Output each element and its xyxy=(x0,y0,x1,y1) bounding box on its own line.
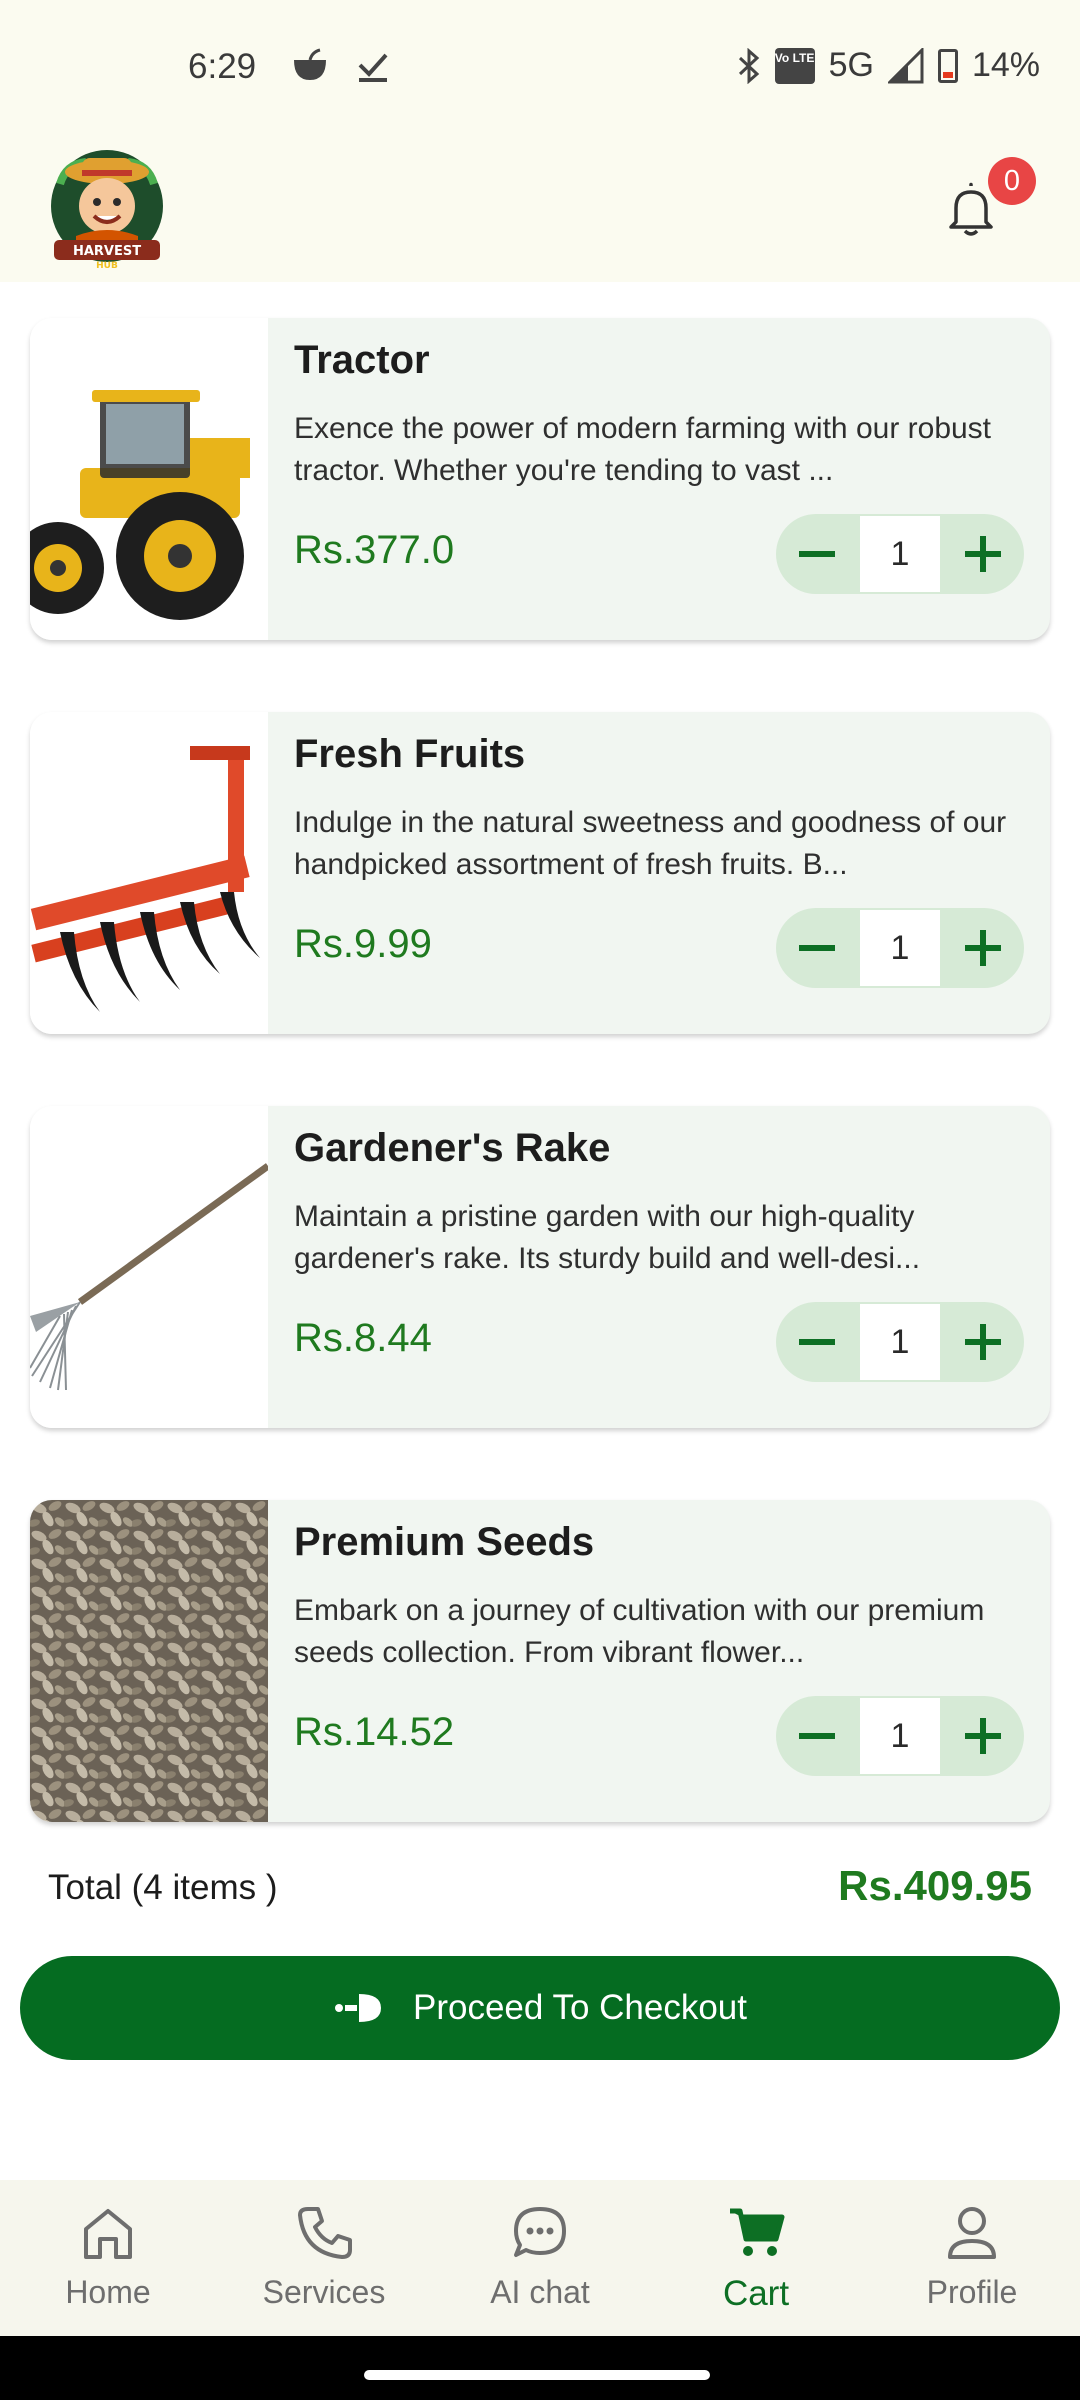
quantity-stepper: 1 xyxy=(776,908,1024,988)
checkout-label: Proceed To Checkout xyxy=(412,1988,747,2027)
total-label: Total (4 items ) xyxy=(48,1868,278,1907)
increase-quantity-button[interactable] xyxy=(942,514,1024,594)
battery-icon xyxy=(937,48,958,83)
home-gesture-handle[interactable] xyxy=(364,2370,710,2380)
cart-item[interactable]: Gardener's Rake Maintain a pristine gard… xyxy=(30,1106,1050,1428)
item-description: Embark on a journey of cultivation with … xyxy=(294,1594,985,1669)
home-icon xyxy=(84,2209,132,2259)
signal-icon xyxy=(887,47,924,83)
nav-item-cart[interactable]: Cart xyxy=(656,2198,856,2328)
status-system-icons: Vo LTE 5G 14% xyxy=(737,46,1040,85)
nav-item-ai-chat[interactable]: AI chat xyxy=(440,2198,640,2328)
quantity-value: 1 xyxy=(860,1698,940,1774)
harvest-hub-logo[interactable]: HARVEST HUB xyxy=(46,144,168,274)
minus-icon xyxy=(799,945,835,951)
checkout-arrow-icon xyxy=(334,1994,381,2022)
minus-icon xyxy=(799,551,835,557)
rake-image xyxy=(30,1106,268,1428)
phone-icon xyxy=(298,2207,352,2259)
item-price: Rs.8.44 xyxy=(294,1316,432,1360)
nav-label: Profile xyxy=(926,2274,1018,2310)
nav-label: Services xyxy=(262,2274,386,2310)
decrease-quantity-button[interactable] xyxy=(776,1696,858,1776)
quantity-value: 1 xyxy=(860,1304,940,1380)
minus-icon xyxy=(799,1733,835,1739)
quantity-stepper: 1 xyxy=(776,1696,1024,1776)
item-title: Fresh Fruits xyxy=(294,732,526,776)
cart-item[interactable]: Tractor Exence the power of modern farmi… xyxy=(30,318,1050,640)
item-description: Exence the power of modern farming with … xyxy=(294,412,992,487)
increase-quantity-button[interactable] xyxy=(942,1696,1024,1776)
quantity-value: 1 xyxy=(860,516,940,592)
decrease-quantity-button[interactable] xyxy=(776,514,858,594)
nav-label: Home xyxy=(65,2274,151,2310)
plus-icon xyxy=(965,930,1001,966)
item-description: Maintain a pristine garden with our high… xyxy=(294,1200,921,1275)
increase-quantity-button[interactable] xyxy=(942,1302,1024,1382)
nav-label: Cart xyxy=(722,2274,790,2313)
nav-item-profile[interactable]: Profile xyxy=(872,2198,1072,2328)
app-notification-icon xyxy=(294,48,326,80)
item-title: Gardener's Rake xyxy=(294,1126,611,1170)
nav-item-home[interactable]: Home xyxy=(8,2198,208,2328)
quantity-stepper: 1 xyxy=(776,1302,1024,1382)
bottom-navigation: Home Services AI chat Cart Profile xyxy=(0,2180,1080,2336)
quantity-value: 1 xyxy=(860,910,940,986)
app-header: HARVEST HUB 0 xyxy=(0,130,1080,282)
nav-label: AI chat xyxy=(490,2274,590,2310)
cultivator-image xyxy=(30,712,268,1034)
plus-icon xyxy=(965,536,1001,572)
svg-text:HARVEST: HARVEST xyxy=(73,244,141,259)
item-price: Rs.377.0 xyxy=(294,528,455,572)
status-time: 6:29 xyxy=(188,47,257,86)
cart-icon xyxy=(730,2208,785,2256)
download-done-icon xyxy=(358,53,388,82)
tractor-image xyxy=(30,318,268,640)
system-gesture-area xyxy=(0,2336,1080,2400)
volte-icon: Vo LTE xyxy=(774,47,815,84)
quantity-stepper: 1 xyxy=(776,514,1024,594)
decrease-quantity-button[interactable] xyxy=(776,908,858,988)
status-notification-icons xyxy=(290,48,390,84)
cart-item[interactable]: Premium Seeds Embark on a journey of cul… xyxy=(30,1500,1050,1822)
item-description: Indulge in the natural sweetness and goo… xyxy=(294,806,1007,881)
plus-icon xyxy=(965,1324,1001,1360)
total-value: Rs.409.95 xyxy=(838,1862,1032,1909)
proceed-to-checkout-button[interactable]: Proceed To Checkout xyxy=(20,1956,1060,2060)
plus-icon xyxy=(965,1718,1001,1754)
seeds-image xyxy=(30,1500,268,1822)
increase-quantity-button[interactable] xyxy=(942,908,1024,988)
status-bar: 6:29 Vo LTE 5G 14% xyxy=(0,0,1080,130)
item-title: Premium Seeds xyxy=(294,1520,595,1564)
chat-bubble-icon xyxy=(514,2207,566,2257)
minus-icon xyxy=(799,1339,835,1345)
item-price: Rs.9.99 xyxy=(294,922,432,966)
bluetooth-icon xyxy=(738,47,759,84)
item-price: Rs.14.52 xyxy=(294,1710,455,1754)
network-type: 5G xyxy=(828,46,874,84)
notification-count-badge: 0 xyxy=(988,157,1036,205)
battery-level: 14% xyxy=(971,46,1040,84)
cart-item[interactable]: Fresh Fruits Indulge in the natural swee… xyxy=(30,712,1050,1034)
decrease-quantity-button[interactable] xyxy=(776,1302,858,1382)
svg-text:HUB: HUB xyxy=(96,261,118,271)
nav-item-services[interactable]: Services xyxy=(224,2198,424,2328)
item-title: Tractor xyxy=(294,338,430,382)
person-icon xyxy=(948,2207,996,2259)
